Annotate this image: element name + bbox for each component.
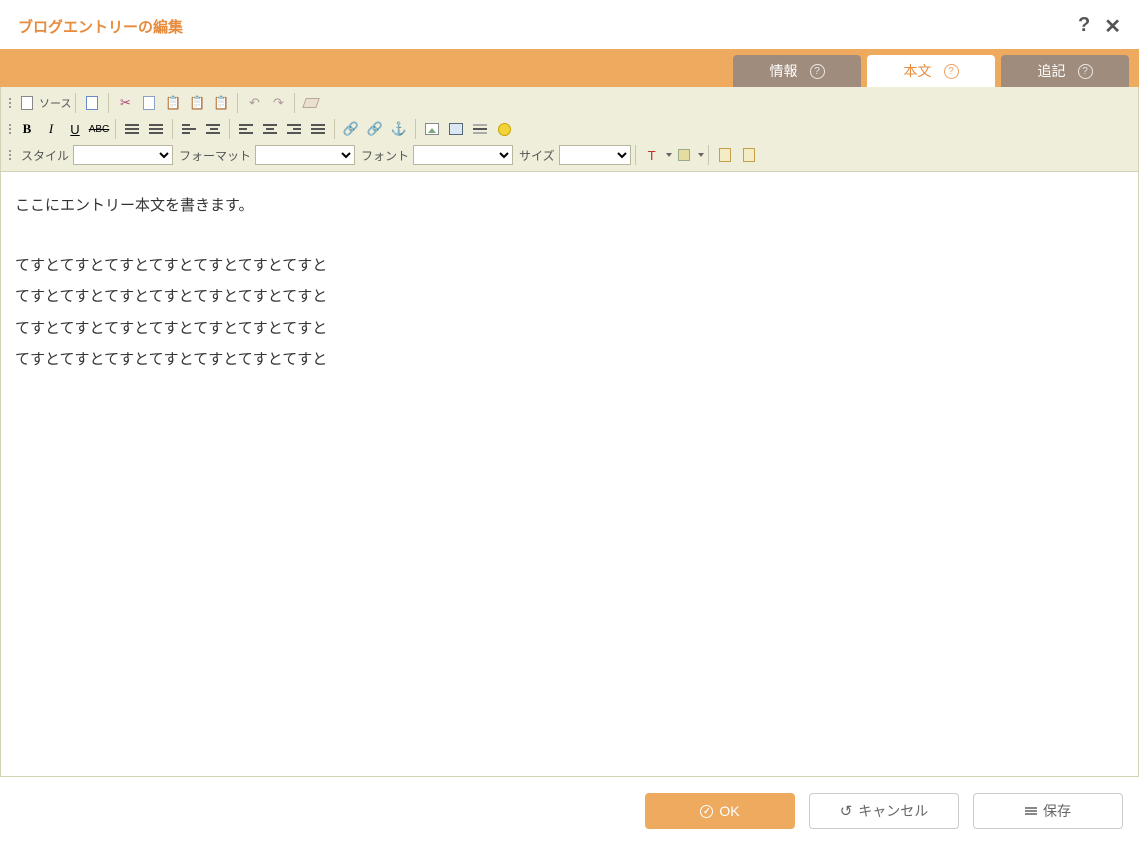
dialog-title: ブログエントリーの編集 (18, 16, 183, 37)
size-select[interactable] (559, 145, 631, 165)
close-icon[interactable]: ✕ (1104, 14, 1121, 39)
cancel-button[interactable]: キャンセル (809, 793, 959, 829)
copy-icon[interactable] (137, 91, 161, 115)
save-icon (1025, 807, 1037, 815)
align-justify-icon[interactable] (306, 117, 330, 141)
style-select[interactable] (73, 145, 173, 165)
save-button[interactable]: 保存 (973, 793, 1123, 829)
italic-button[interactable]: I (39, 117, 63, 141)
cut-icon[interactable]: ✂ (113, 91, 137, 115)
align-left-icon[interactable] (234, 117, 258, 141)
size-label: サイズ (519, 147, 555, 164)
table-icon[interactable] (444, 117, 468, 141)
help-icon[interactable]: ? (810, 64, 825, 79)
content-line: ここにエントリー本文を書きます。 (15, 190, 1124, 222)
format-label: フォーマット (179, 147, 251, 164)
style-label: スタイル (21, 147, 69, 164)
dialog-footer: ✓ OK キャンセル 保存 (0, 777, 1139, 845)
help-icon[interactable]: ? (1078, 14, 1090, 39)
unlink-icon[interactable]: 🔗 (363, 117, 387, 141)
paste-text-icon[interactable]: 📋 (185, 91, 209, 115)
separator (75, 93, 76, 113)
tab-more[interactable]: 追記 ? (1001, 55, 1129, 87)
bold-button[interactable]: B (15, 117, 39, 141)
separator (108, 93, 109, 113)
align-right-icon[interactable] (282, 117, 306, 141)
separator (415, 119, 416, 139)
strike-button[interactable]: ABC (87, 117, 111, 141)
tab-info[interactable]: 情報 ? (733, 55, 861, 87)
text-color-icon[interactable]: T (640, 143, 664, 167)
source-button[interactable] (15, 91, 39, 115)
redo-icon[interactable]: ↷ (266, 91, 290, 115)
font-select[interactable] (413, 145, 513, 165)
ok-button[interactable]: ✓ OK (645, 793, 795, 829)
image-icon[interactable] (420, 117, 444, 141)
template2-icon[interactable] (737, 143, 761, 167)
tab-more-label: 追記 (1038, 61, 1066, 81)
separator (229, 119, 230, 139)
check-icon: ✓ (700, 805, 713, 818)
cancel-label: キャンセル (858, 801, 928, 821)
toolbar-row-1: ソース ✂ 📋 📋 📋 ↶ ↷ (5, 90, 1134, 116)
undo-icon[interactable]: ↶ (242, 91, 266, 115)
content-line: てすとてすとてすとてすとてすとてすとてすと (15, 344, 1124, 376)
align-center-icon[interactable] (258, 117, 282, 141)
link-icon[interactable]: 🔗 (339, 117, 363, 141)
separator (294, 93, 295, 113)
outdent-icon[interactable] (177, 117, 201, 141)
indent-icon[interactable] (201, 117, 225, 141)
toolbar-row-3: スタイル フォーマット フォント サイズ T (5, 142, 1134, 168)
dropdown-icon[interactable] (698, 153, 704, 157)
tab-body-label: 本文 (904, 61, 932, 81)
bg-color-icon[interactable] (672, 143, 696, 167)
tab-body[interactable]: 本文 ? (867, 55, 995, 87)
hr-icon[interactable] (468, 117, 492, 141)
paste-word-icon[interactable]: 📋 (209, 91, 233, 115)
reload-icon (840, 802, 853, 820)
separator (172, 119, 173, 139)
save-label: 保存 (1043, 801, 1071, 821)
content-line: てすとてすとてすとてすとてすとてすとてすと (15, 281, 1124, 313)
dialog-header: ブログエントリーの編集 ? ✕ (0, 0, 1139, 49)
toolbar-row-2: B I U ABC 🔗 🔗 ⚓ (5, 116, 1134, 142)
eraser-icon[interactable] (299, 91, 323, 115)
underline-button[interactable]: U (63, 117, 87, 141)
numbered-list-icon[interactable] (120, 117, 144, 141)
separator (334, 119, 335, 139)
smiley-icon[interactable] (492, 117, 516, 141)
separator (708, 145, 709, 165)
ok-label: OK (719, 803, 739, 819)
grip-icon (5, 150, 15, 160)
paste-icon[interactable]: 📋 (161, 91, 185, 115)
template-icon[interactable] (713, 143, 737, 167)
content-line: てすとてすとてすとてすとてすとてすとてすと (15, 313, 1124, 345)
content-line: てすとてすとてすとてすとてすとてすとてすと (15, 250, 1124, 282)
format-select[interactable] (255, 145, 355, 165)
editor-toolbar: ソース ✂ 📋 📋 📋 ↶ ↷ B I U ABC 🔗 🔗 ⚓ (0, 87, 1139, 172)
separator (237, 93, 238, 113)
blank-line (15, 222, 1124, 250)
separator (635, 145, 636, 165)
separator (115, 119, 116, 139)
source-label: ソース (39, 95, 71, 111)
bullet-list-icon[interactable] (144, 117, 168, 141)
anchor-icon[interactable]: ⚓ (387, 117, 411, 141)
grip-icon (5, 98, 15, 108)
tab-bar: 情報 ? 本文 ? 追記 ? (0, 49, 1139, 87)
header-controls: ? ✕ (1078, 14, 1121, 39)
editor-content[interactable]: ここにエントリー本文を書きます。 てすとてすとてすとてすとてすとてすとてすと て… (0, 172, 1139, 777)
grip-icon (5, 124, 15, 134)
help-icon[interactable]: ? (944, 64, 959, 79)
font-label: フォント (361, 147, 409, 164)
tab-info-label: 情報 (770, 61, 798, 81)
new-page-icon[interactable] (80, 91, 104, 115)
dropdown-icon[interactable] (666, 153, 672, 157)
help-icon[interactable]: ? (1078, 64, 1093, 79)
